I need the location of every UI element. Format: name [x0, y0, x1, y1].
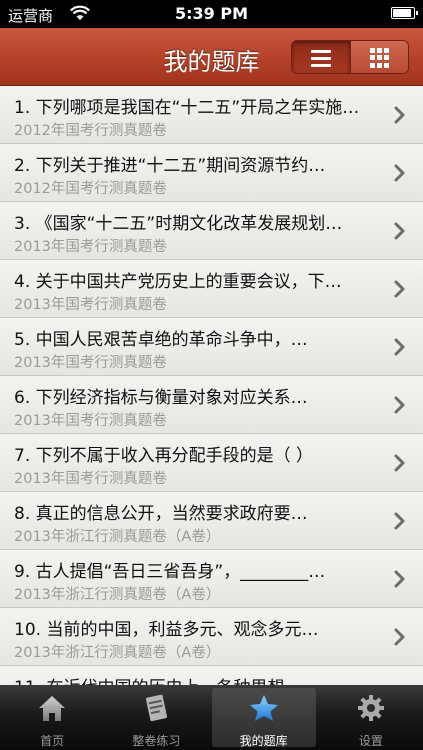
question-source: 2013年国考行测真题卷 [14, 413, 167, 429]
chevron-right-icon [394, 396, 405, 414]
home-icon [35, 693, 69, 723]
question-source: 2013年国考行测真题卷 [14, 297, 167, 313]
tab-gear[interactable]: 设置 [319, 685, 423, 750]
question-row[interactable]: 6. 下列经济指标与衡量对象对应关系… 2013年国考行测真题卷 [0, 376, 423, 434]
page-title: 我的题库 [163, 48, 260, 76]
question-title: 3. 《国家“十二五”时期文化改革发展规划… [14, 214, 343, 234]
tab-label: 设置 [358, 734, 383, 748]
question-row[interactable]: 11. 在近代中国的历史上，各种思想 [0, 666, 423, 685]
question-title: 10. 当前的中国，利益多元、观念多元… [14, 620, 319, 640]
chevron-right-icon [394, 222, 405, 240]
question-title: 11. 在近代中国的历史上，各种思想 [14, 673, 374, 685]
question-title: 6. 下列经济指标与衡量对象对应关系… [14, 388, 308, 408]
chevron-right-icon [394, 106, 405, 124]
question-title: 4. 关于中国共产党历史上的重要会议，下… [14, 272, 342, 292]
question-row[interactable]: 7. 下列不属于收入再分配手段的是（ ） 2013年国考行测真题卷 [0, 434, 423, 492]
question-title: 8. 真正的信息公开，当然要求政府要… [14, 504, 308, 524]
question-row[interactable]: 1. 下列哪项是我国在“十二五”开局之年实施… 2012年国考行测真题卷 [0, 86, 423, 144]
question-list: 1. 下列哪项是我国在“十二五”开局之年实施… 2012年国考行测真题卷 2. 下列… [0, 86, 423, 685]
chevron-right-icon [394, 164, 405, 182]
battery-icon [391, 7, 418, 19]
chevron-right-icon [394, 628, 405, 646]
tab-label: 首页 [40, 734, 65, 748]
list-icon [311, 50, 331, 71]
tab-star[interactable]: 我的题库 [211, 688, 316, 748]
chevron-right-icon [394, 512, 405, 530]
chevron-right-icon [394, 338, 405, 356]
question-title: 9. 古人提倡“吾日三省吾身”，________… [14, 562, 326, 582]
question-source: 2012年国考行测真题卷 [14, 123, 167, 139]
tab-bar: 首页 整卷练习 我的题库 设置 [0, 685, 423, 750]
question-title: 1. 下列哪项是我国在“十二五”开局之年实施… [14, 98, 360, 118]
clock: 5:39 PM [174, 4, 248, 23]
question-row[interactable]: 4. 关于中国共产党历史上的重要会议，下… 2013年国考行测真题卷 [0, 260, 423, 318]
question-source: 2012年国考行测真题卷 [14, 181, 167, 197]
list-view-button[interactable] [292, 41, 351, 73]
question-title: 7. 下列不属于收入再分配手段的是（ ） [14, 446, 314, 466]
question-source: 2013年国考行测真题卷 [14, 355, 167, 371]
view-mode-switch [291, 40, 409, 74]
chevron-right-icon [394, 454, 405, 472]
status-bar: 运营商 5:39 PM [0, 0, 423, 28]
question-source: 2013年国考行测真题卷 [14, 471, 167, 487]
question-row[interactable]: 9. 古人提倡“吾日三省吾身”，________… 2013年浙江行测真题卷（A卷… [0, 550, 423, 608]
question-row[interactable]: 3. 《国家“十二五”时期文化改革发展规划… 2013年国考行测真题卷 [0, 202, 423, 260]
grid-icon [369, 48, 390, 68]
exam-paper-icon [139, 693, 173, 723]
gear-icon [354, 693, 388, 723]
chevron-right-icon [394, 280, 405, 298]
navigation-bar: 我的题库 [0, 28, 423, 86]
chevron-right-icon [394, 570, 405, 588]
question-row[interactable]: 5. 中国人民艰苦卓绝的革命斗争中，… 2013年国考行测真题卷 [0, 318, 423, 376]
question-source: 2013年国考行测真题卷 [14, 239, 167, 255]
question-source: 2013年浙江行测真题卷（A卷） [14, 587, 221, 603]
question-row[interactable]: 2. 下列关于推进“十二五”期间资源节约… 2012年国考行测真题卷 [0, 144, 423, 202]
tab-label: 整卷练习 [132, 734, 181, 748]
tab-exam-paper[interactable]: 整卷练习 [104, 685, 208, 750]
tab-home[interactable]: 首页 [0, 685, 104, 750]
star-icon [247, 693, 281, 723]
tab-label: 我的题库 [239, 734, 288, 748]
question-source: 2013年浙江行测真题卷（A卷） [14, 529, 221, 545]
question-row[interactable]: 8. 真正的信息公开，当然要求政府要… 2013年浙江行测真题卷（A卷） [0, 492, 423, 550]
question-source: 2013年浙江行测真题卷（A卷） [14, 645, 221, 661]
question-title: 5. 中国人民艰苦卓绝的革命斗争中，… [14, 330, 308, 350]
question-row[interactable]: 10. 当前的中国，利益多元、观念多元… 2013年浙江行测真题卷（A卷） [0, 608, 423, 666]
question-title: 2. 下列关于推进“十二五”期间资源节约… [14, 156, 326, 176]
grid-view-button[interactable] [350, 41, 408, 73]
